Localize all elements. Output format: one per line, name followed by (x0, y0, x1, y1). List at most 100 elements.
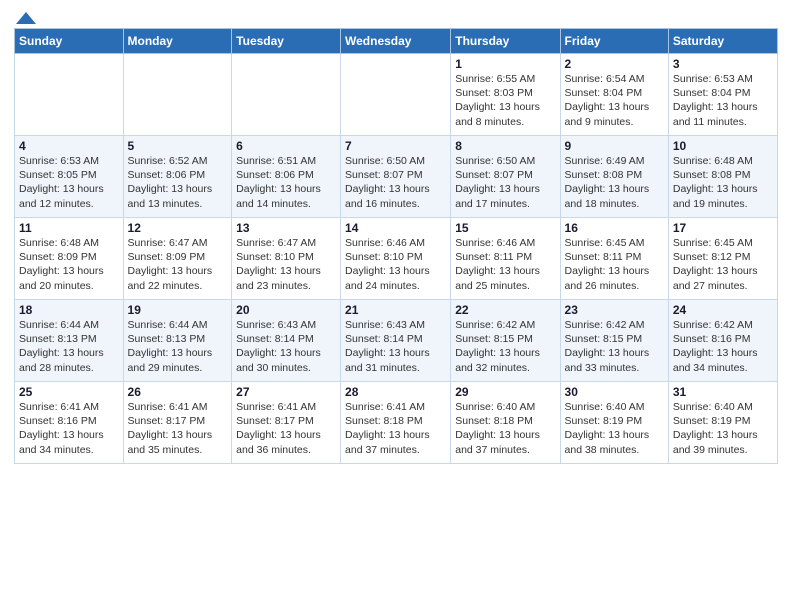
calendar-cell: 17Sunrise: 6:45 AM Sunset: 8:12 PM Dayli… (668, 218, 777, 300)
day-info: Sunrise: 6:41 AM Sunset: 8:16 PM Dayligh… (19, 400, 119, 457)
day-number: 23 (565, 303, 664, 317)
calendar-cell (232, 54, 341, 136)
day-number: 31 (673, 385, 773, 399)
calendar-cell (341, 54, 451, 136)
day-number: 17 (673, 221, 773, 235)
day-info: Sunrise: 6:48 AM Sunset: 8:08 PM Dayligh… (673, 154, 773, 211)
day-number: 16 (565, 221, 664, 235)
main-container: SundayMondayTuesdayWednesdayThursdayFrid… (0, 0, 792, 472)
day-number: 26 (128, 385, 228, 399)
day-info: Sunrise: 6:42 AM Sunset: 8:15 PM Dayligh… (455, 318, 555, 375)
day-info: Sunrise: 6:53 AM Sunset: 8:04 PM Dayligh… (673, 72, 773, 129)
day-number: 21 (345, 303, 446, 317)
logo (14, 10, 38, 24)
day-number: 5 (128, 139, 228, 153)
day-number: 18 (19, 303, 119, 317)
day-number: 29 (455, 385, 555, 399)
day-number: 4 (19, 139, 119, 153)
calendar-week-row: 25Sunrise: 6:41 AM Sunset: 8:16 PM Dayli… (15, 382, 778, 464)
calendar-cell (15, 54, 124, 136)
calendar-cell: 14Sunrise: 6:46 AM Sunset: 8:10 PM Dayli… (341, 218, 451, 300)
day-number: 28 (345, 385, 446, 399)
day-number: 7 (345, 139, 446, 153)
day-number: 11 (19, 221, 119, 235)
day-info: Sunrise: 6:45 AM Sunset: 8:11 PM Dayligh… (565, 236, 664, 293)
day-info: Sunrise: 6:54 AM Sunset: 8:04 PM Dayligh… (565, 72, 664, 129)
day-info: Sunrise: 6:50 AM Sunset: 8:07 PM Dayligh… (455, 154, 555, 211)
calendar-cell: 3Sunrise: 6:53 AM Sunset: 8:04 PM Daylig… (668, 54, 777, 136)
calendar-table: SundayMondayTuesdayWednesdayThursdayFrid… (14, 28, 778, 464)
day-info: Sunrise: 6:46 AM Sunset: 8:10 PM Dayligh… (345, 236, 446, 293)
day-info: Sunrise: 6:41 AM Sunset: 8:17 PM Dayligh… (128, 400, 228, 457)
calendar-cell: 11Sunrise: 6:48 AM Sunset: 8:09 PM Dayli… (15, 218, 124, 300)
logo-icon (16, 10, 36, 26)
calendar-cell: 24Sunrise: 6:42 AM Sunset: 8:16 PM Dayli… (668, 300, 777, 382)
day-info: Sunrise: 6:43 AM Sunset: 8:14 PM Dayligh… (345, 318, 446, 375)
calendar-day-header: Monday (123, 29, 232, 54)
calendar-cell: 4Sunrise: 6:53 AM Sunset: 8:05 PM Daylig… (15, 136, 124, 218)
day-number: 10 (673, 139, 773, 153)
calendar-header-row: SundayMondayTuesdayWednesdayThursdayFrid… (15, 29, 778, 54)
calendar-cell: 7Sunrise: 6:50 AM Sunset: 8:07 PM Daylig… (341, 136, 451, 218)
calendar-cell: 1Sunrise: 6:55 AM Sunset: 8:03 PM Daylig… (451, 54, 560, 136)
day-info: Sunrise: 6:45 AM Sunset: 8:12 PM Dayligh… (673, 236, 773, 293)
calendar-week-row: 18Sunrise: 6:44 AM Sunset: 8:13 PM Dayli… (15, 300, 778, 382)
day-info: Sunrise: 6:53 AM Sunset: 8:05 PM Dayligh… (19, 154, 119, 211)
calendar-week-row: 11Sunrise: 6:48 AM Sunset: 8:09 PM Dayli… (15, 218, 778, 300)
calendar-cell: 15Sunrise: 6:46 AM Sunset: 8:11 PM Dayli… (451, 218, 560, 300)
calendar-cell: 8Sunrise: 6:50 AM Sunset: 8:07 PM Daylig… (451, 136, 560, 218)
calendar-cell: 10Sunrise: 6:48 AM Sunset: 8:08 PM Dayli… (668, 136, 777, 218)
calendar-cell: 6Sunrise: 6:51 AM Sunset: 8:06 PM Daylig… (232, 136, 341, 218)
calendar-cell: 30Sunrise: 6:40 AM Sunset: 8:19 PM Dayli… (560, 382, 668, 464)
calendar-day-header: Tuesday (232, 29, 341, 54)
calendar-cell: 5Sunrise: 6:52 AM Sunset: 8:06 PM Daylig… (123, 136, 232, 218)
calendar-cell (123, 54, 232, 136)
day-number: 30 (565, 385, 664, 399)
calendar-cell: 20Sunrise: 6:43 AM Sunset: 8:14 PM Dayli… (232, 300, 341, 382)
day-number: 9 (565, 139, 664, 153)
calendar-day-header: Sunday (15, 29, 124, 54)
day-info: Sunrise: 6:44 AM Sunset: 8:13 PM Dayligh… (128, 318, 228, 375)
calendar-week-row: 4Sunrise: 6:53 AM Sunset: 8:05 PM Daylig… (15, 136, 778, 218)
day-number: 3 (673, 57, 773, 71)
header (14, 10, 778, 24)
day-info: Sunrise: 6:40 AM Sunset: 8:18 PM Dayligh… (455, 400, 555, 457)
calendar-cell: 21Sunrise: 6:43 AM Sunset: 8:14 PM Dayli… (341, 300, 451, 382)
calendar-day-header: Wednesday (341, 29, 451, 54)
day-info: Sunrise: 6:43 AM Sunset: 8:14 PM Dayligh… (236, 318, 336, 375)
calendar-cell: 22Sunrise: 6:42 AM Sunset: 8:15 PM Dayli… (451, 300, 560, 382)
day-info: Sunrise: 6:42 AM Sunset: 8:15 PM Dayligh… (565, 318, 664, 375)
day-info: Sunrise: 6:48 AM Sunset: 8:09 PM Dayligh… (19, 236, 119, 293)
day-number: 12 (128, 221, 228, 235)
day-number: 24 (673, 303, 773, 317)
calendar-cell: 13Sunrise: 6:47 AM Sunset: 8:10 PM Dayli… (232, 218, 341, 300)
calendar-cell: 16Sunrise: 6:45 AM Sunset: 8:11 PM Dayli… (560, 218, 668, 300)
calendar-cell: 12Sunrise: 6:47 AM Sunset: 8:09 PM Dayli… (123, 218, 232, 300)
day-info: Sunrise: 6:40 AM Sunset: 8:19 PM Dayligh… (565, 400, 664, 457)
day-number: 27 (236, 385, 336, 399)
day-number: 22 (455, 303, 555, 317)
day-info: Sunrise: 6:50 AM Sunset: 8:07 PM Dayligh… (345, 154, 446, 211)
calendar-day-header: Friday (560, 29, 668, 54)
calendar-cell: 27Sunrise: 6:41 AM Sunset: 8:17 PM Dayli… (232, 382, 341, 464)
calendar-cell: 2Sunrise: 6:54 AM Sunset: 8:04 PM Daylig… (560, 54, 668, 136)
calendar-cell: 18Sunrise: 6:44 AM Sunset: 8:13 PM Dayli… (15, 300, 124, 382)
day-info: Sunrise: 6:40 AM Sunset: 8:19 PM Dayligh… (673, 400, 773, 457)
calendar-cell: 23Sunrise: 6:42 AM Sunset: 8:15 PM Dayli… (560, 300, 668, 382)
day-info: Sunrise: 6:55 AM Sunset: 8:03 PM Dayligh… (455, 72, 555, 129)
day-info: Sunrise: 6:41 AM Sunset: 8:18 PM Dayligh… (345, 400, 446, 457)
day-number: 20 (236, 303, 336, 317)
day-info: Sunrise: 6:47 AM Sunset: 8:10 PM Dayligh… (236, 236, 336, 293)
day-number: 19 (128, 303, 228, 317)
calendar-day-header: Saturday (668, 29, 777, 54)
day-number: 25 (19, 385, 119, 399)
day-info: Sunrise: 6:49 AM Sunset: 8:08 PM Dayligh… (565, 154, 664, 211)
day-info: Sunrise: 6:47 AM Sunset: 8:09 PM Dayligh… (128, 236, 228, 293)
calendar-cell: 26Sunrise: 6:41 AM Sunset: 8:17 PM Dayli… (123, 382, 232, 464)
day-info: Sunrise: 6:42 AM Sunset: 8:16 PM Dayligh… (673, 318, 773, 375)
day-info: Sunrise: 6:51 AM Sunset: 8:06 PM Dayligh… (236, 154, 336, 211)
day-info: Sunrise: 6:44 AM Sunset: 8:13 PM Dayligh… (19, 318, 119, 375)
calendar-day-header: Thursday (451, 29, 560, 54)
calendar-cell: 19Sunrise: 6:44 AM Sunset: 8:13 PM Dayli… (123, 300, 232, 382)
day-number: 2 (565, 57, 664, 71)
